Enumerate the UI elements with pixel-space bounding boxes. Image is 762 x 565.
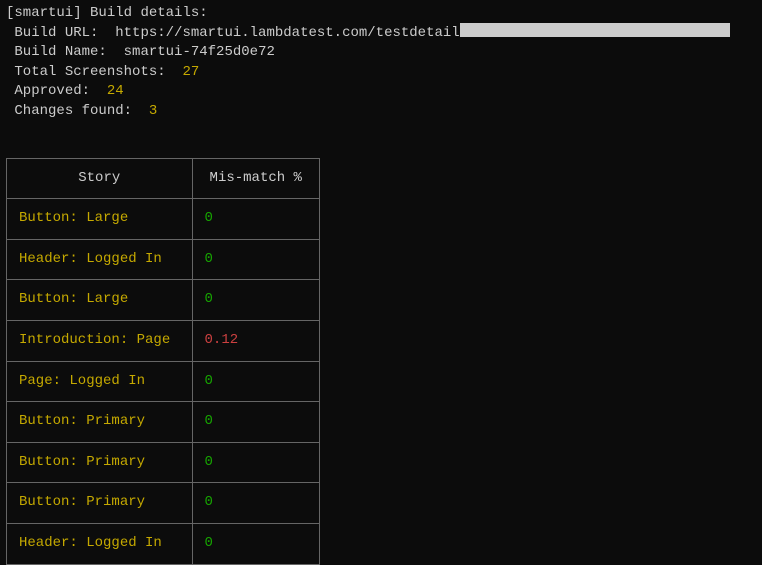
mismatch-cell: 0.12 xyxy=(192,320,319,361)
story-cell: Header: Logged In xyxy=(7,239,193,280)
build-url-line: Build URL: https://smartui.lambdatest.co… xyxy=(6,24,756,44)
build-name-line: Build Name: smartui-74f25d0e72 xyxy=(6,43,756,63)
table-row: Page: Logged In0 xyxy=(7,361,320,402)
table-row: Button: Primary0 xyxy=(7,483,320,524)
mismatch-table: Story Mis-match % Button: Large0Header: … xyxy=(6,158,320,565)
mismatch-cell: 0 xyxy=(192,402,319,443)
mismatch-cell: 0 xyxy=(192,523,319,564)
table-row: Button: Large0 xyxy=(7,280,320,321)
changes-found-line: Changes found: 3 xyxy=(6,102,756,122)
approved-line: Approved: 24 xyxy=(6,82,756,102)
table-row: Header: Logged In0 xyxy=(7,239,320,280)
mismatch-cell: 0 xyxy=(192,483,319,524)
table-row: Button: Primary0 xyxy=(7,442,320,483)
mismatch-cell: 0 xyxy=(192,239,319,280)
table-row: Button: Primary0 xyxy=(7,402,320,443)
story-cell: Introduction: Page xyxy=(7,320,193,361)
total-screenshots-line: Total Screenshots: 27 xyxy=(6,63,756,83)
story-cell: Button: Primary xyxy=(7,402,193,443)
terminal-output: [smartui] Build details: Build URL: http… xyxy=(6,4,756,122)
col-header-story: Story xyxy=(7,158,193,199)
story-cell: Button: Large xyxy=(7,280,193,321)
col-header-mismatch: Mis-match % xyxy=(192,158,319,199)
story-cell: Button: Primary xyxy=(7,442,193,483)
mismatch-cell: 0 xyxy=(192,442,319,483)
mismatch-cell: 0 xyxy=(192,280,319,321)
story-cell: Header: Logged In xyxy=(7,523,193,564)
table-row: Header: Logged In0 xyxy=(7,523,320,564)
redacted-url-segment xyxy=(460,23,730,37)
story-cell: Button: Primary xyxy=(7,483,193,524)
build-details-header: [smartui] Build details: xyxy=(6,4,756,24)
mismatch-cell: 0 xyxy=(192,199,319,240)
table-row: Button: Large0 xyxy=(7,199,320,240)
table-row: Introduction: Page0.12 xyxy=(7,320,320,361)
mismatch-cell: 0 xyxy=(192,361,319,402)
story-cell: Button: Large xyxy=(7,199,193,240)
story-cell: Page: Logged In xyxy=(7,361,193,402)
table-header-row: Story Mis-match % xyxy=(7,158,320,199)
